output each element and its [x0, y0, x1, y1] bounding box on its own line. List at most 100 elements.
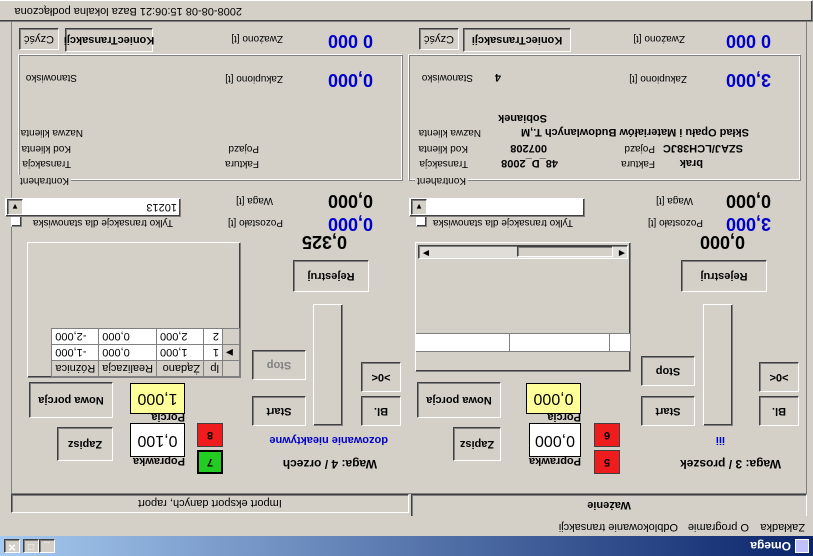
tylko-checkbox-4[interactable]	[11, 216, 22, 227]
faktura-label-3: Faktura	[225, 158, 259, 169]
status-text: 2008-08-08 15:06:21 Baza lokalna podłącz…	[14, 5, 242, 17]
pojazd-value-4: SZAJ/LCH38JC	[662, 142, 743, 154]
green-button-7[interactable]: 7	[197, 450, 223, 474]
start-button-4[interactable]: Start	[252, 396, 306, 426]
red-button-5-label: 5	[603, 456, 611, 468]
start-button-3[interactable]: Start	[641, 396, 695, 426]
scroll-thumb[interactable]	[517, 246, 613, 257]
czysc-button-3[interactable]: Czyść	[19, 28, 59, 50]
rejestruj-button-3[interactable]: Rejestruj	[681, 260, 767, 292]
stop-button-3-label: Stop	[655, 365, 681, 377]
zwazono-value-3: 0 000	[327, 31, 373, 51]
waga-t-label-3: Waga [t]	[236, 195, 273, 206]
nazwa-klienta-label-3: Nazwa klienta	[20, 127, 83, 138]
zapisz-button-3-label: Zapisz	[459, 438, 495, 450]
rejestruj-button-4[interactable]: Rejestruj	[293, 260, 369, 292]
tylko-checkbox-3[interactable]	[416, 216, 427, 227]
minimize-button[interactable]: _	[39, 539, 55, 553]
grid-4-header: lp Żądano Realizacja Różnica	[51, 360, 240, 377]
bl-button-3[interactable]: Bl.	[759, 396, 799, 426]
transaction-combo-4[interactable]: 10213 ▼	[5, 198, 181, 217]
level-bar-4	[313, 304, 343, 426]
grid-cell: -2,000	[51, 328, 99, 345]
stop-button-4[interactable]: Stop	[252, 350, 306, 380]
screenshot-stage: Omega _ □ ✕ Zakładka O programie Odbloko…	[0, 0, 813, 556]
red-button-5[interactable]: 5	[594, 450, 620, 474]
koniec-transakcji-button-3[interactable]: KoniecTransakcji	[63, 28, 155, 52]
transakcja-value-4: 48_D_2008	[501, 157, 558, 169]
chevron-down-icon[interactable]: ▼	[411, 199, 427, 215]
grid-cell: -1,000	[51, 344, 99, 361]
scale-reading-3: 0,000	[699, 232, 745, 252]
zero-button-4[interactable]: >0<	[361, 362, 401, 392]
kontrahent-title-3: Kontrahent	[18, 175, 71, 186]
waga-label-3: Waga: 3 / proszek	[680, 457, 781, 471]
waga-t-label-4: Waga [t]	[656, 195, 693, 206]
poprawka-value-4[interactable]: 0,100	[130, 423, 185, 457]
stop-button-3[interactable]: Stop	[641, 356, 695, 386]
table-row[interactable]: ▶ 1 1,000 0,000 -1,000	[51, 344, 240, 361]
dozowanie-status-4: dozowanie nieaktywne	[269, 434, 388, 446]
porcja-value-3[interactable]: 0,000	[526, 383, 581, 414]
menu-item-zakladka[interactable]: Zakładka	[760, 521, 805, 533]
scroll-right-arrow-icon[interactable]: ▶	[423, 249, 429, 258]
czysc-button-4[interactable]: Czyść	[419, 28, 459, 50]
transakcja-label-3: Transakcja	[22, 158, 71, 169]
zwazono-label-4: Zważono [t]	[633, 33, 685, 44]
rejestruj-button-3-label: Rejestruj	[700, 270, 748, 282]
tab-import-eksport[interactable]: Import eksport danych, raport	[11, 494, 409, 513]
grid-4-table: lp Żądano Realizacja Różnica ▶ 1 1,000 0…	[51, 328, 240, 377]
status-bar: 2008-08-08 15:06:21 Baza lokalna podłącz…	[0, 0, 813, 22]
nowa-porcja-button-4-label: Nowa porcja	[38, 394, 104, 406]
maximize-button[interactable]: □	[23, 539, 39, 553]
czysc-label-4: Czyść	[424, 33, 454, 45]
close-button[interactable]: ✕	[4, 539, 20, 553]
bl-button-4[interactable]: Bl.	[361, 396, 401, 426]
bl-button-3-label: Bl.	[771, 405, 787, 417]
app-icon	[795, 539, 809, 553]
window-title: Omega	[750, 539, 791, 553]
green-button-7-label: 7	[206, 456, 214, 468]
zapisz-button-4[interactable]: Zapisz	[57, 427, 113, 461]
nowa-porcja-button-3-label: Nowa porcja	[426, 394, 492, 406]
grid-3-row	[416, 351, 630, 371]
transaction-grid-3[interactable]: ◀ ▶	[415, 242, 631, 372]
porcja-value-3-text: 0,000	[533, 390, 574, 408]
koniec-transakcji-label-3: KoniecTransakcji	[63, 34, 155, 46]
nowa-porcja-button-4[interactable]: Nowa porcja	[29, 382, 113, 418]
koniec-transakcji-button-4[interactable]: KoniecTransakcji	[463, 28, 571, 52]
poprawka-value-3-text: 0,000	[534, 432, 576, 449]
zwazono-value-4: 0 000	[725, 31, 771, 51]
grid-cell: 0,000	[98, 344, 157, 361]
pozostalo-label-4: Pozostało [t]	[647, 217, 703, 228]
porcja-value-4[interactable]: 1,000	[130, 383, 185, 414]
poprawka-value-3[interactable]: 0,000	[529, 423, 581, 457]
waga-label-4: Waga: 4 / orzech	[282, 457, 377, 471]
transaction-grid-4[interactable]: lp Żądano Realizacja Różnica ▶ 1 1,000 0…	[27, 242, 241, 378]
zapisz-button-3[interactable]: Zapisz	[453, 427, 501, 461]
pozostalo-value-4: 3,000	[725, 214, 771, 234]
tab-wazenie-label: Ważenie	[587, 499, 631, 512]
pozostalo-label-3: Pozostało [t]	[227, 217, 283, 228]
porcja-value-4-text: 1,000	[137, 390, 178, 408]
table-row[interactable]: 2 2,000 0,000 -2,000	[51, 328, 240, 345]
chevron-down-icon[interactable]: ▼	[7, 199, 23, 215]
grid-3-hscrollbar[interactable]: ◀ ▶	[418, 245, 628, 259]
zwazono-label-3: Zważono [t]	[231, 33, 283, 44]
menu-item-odblokowanie[interactable]: Odblokowanie transakcji	[559, 521, 678, 533]
red-button-6[interactable]: 6	[594, 423, 620, 447]
menu-item-o-programie[interactable]: O programie	[688, 521, 749, 533]
zero-button-4-label: >0<	[371, 371, 391, 383]
nowa-porcja-button-3[interactable]: Nowa porcja	[417, 382, 501, 418]
transaction-combo-3[interactable]: ▼	[409, 198, 585, 217]
zapisz-button-4-label: Zapisz	[67, 438, 103, 450]
pojazd-label-4: Pojazd	[624, 143, 655, 154]
waga-t-value-3: 0,000	[327, 191, 373, 211]
start-button-4-label: Start	[266, 405, 292, 417]
tab-wazenie[interactable]: Ważenie	[411, 494, 807, 516]
red-button-8[interactable]: 8	[197, 423, 223, 447]
scroll-left-arrow-icon[interactable]: ◀	[619, 249, 625, 258]
zero-button-3[interactable]: >0<	[759, 362, 799, 392]
transakcja-label-4: Transakcja	[419, 158, 468, 169]
kontrahent-title-4: Kontrahent	[415, 175, 468, 186]
